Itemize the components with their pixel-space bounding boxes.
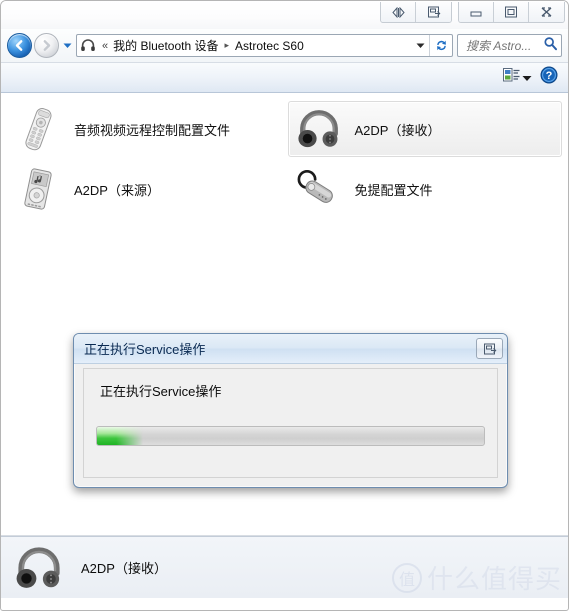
- minimize-button[interactable]: [459, 2, 494, 22]
- dialog-body: 正在执行Service操作: [83, 368, 498, 478]
- progress-bar-fill: [97, 427, 144, 445]
- window-extra-controls-group: [380, 2, 452, 23]
- back-button[interactable]: [7, 33, 32, 58]
- dialog-message: 正在执行Service操作: [100, 384, 222, 399]
- dialog-panel-toggle-button[interactable]: [476, 338, 503, 359]
- mp3-player-icon: [16, 165, 60, 213]
- breadcrumb-overflow-chevron[interactable]: «: [99, 40, 111, 52]
- explorer-window: « 我的 Bluetooth 设备 ▸ Astrotec S60 搜索 Astr…: [0, 0, 569, 611]
- chevron-down-icon[interactable]: [522, 69, 532, 87]
- service-item-av-remote-control[interactable]: 音频视频远程控制配置文件: [7, 101, 282, 157]
- service-item-label: 免提配置文件: [354, 182, 433, 198]
- address-dropdown-button[interactable]: [412, 35, 429, 56]
- dialog-titlebar: 正在执行Service操作: [74, 334, 507, 364]
- panel-toggle-button[interactable]: [416, 2, 451, 22]
- bluetooth-earpiece-icon: [297, 165, 341, 213]
- services-content-area: 音频视频远程控制配置文件 A2DP（接收） A2DP（来源） 免提配置文件 正在…: [1, 93, 568, 536]
- forward-button[interactable]: [34, 33, 59, 58]
- window-controls: [374, 2, 565, 23]
- headphones-icon: [15, 544, 63, 592]
- maximize-button[interactable]: [494, 2, 529, 22]
- breadcrumb-separator-0[interactable]: ▸: [221, 40, 234, 51]
- watermark-text: 什么值得买: [426, 564, 562, 594]
- search-icon: [543, 36, 558, 56]
- navigation-bar: « 我的 Bluetooth 设备 ▸ Astrotec S60: [1, 29, 568, 62]
- command-toolbar: ?: [1, 62, 568, 93]
- service-item-handsfree[interactable]: 免提配置文件: [288, 161, 563, 217]
- search-input[interactable]: [464, 37, 543, 54]
- service-item-label: A2DP（接收）: [354, 122, 441, 138]
- breadcrumb-item-1[interactable]: Astrotec S60: [233, 39, 306, 53]
- window-standard-controls-group: [458, 2, 565, 23]
- refresh-button[interactable]: [429, 35, 452, 56]
- bluetooth-headset-icon: [80, 38, 96, 53]
- help-icon: ?: [540, 66, 558, 89]
- svg-text:?: ?: [546, 70, 553, 82]
- service-item-a2dp-source[interactable]: A2DP（来源）: [7, 161, 282, 217]
- watermark-logo: 值: [391, 562, 422, 593]
- headphones-icon: [297, 105, 341, 153]
- details-label: A2DP（接收）: [81, 561, 167, 576]
- remote-control-icon: [16, 105, 60, 153]
- history-dropdown-button[interactable]: [60, 35, 74, 57]
- service-item-label: 音频视频远程控制配置文件: [74, 122, 231, 138]
- help-button[interactable]: ?: [538, 66, 560, 89]
- close-button[interactable]: [529, 2, 564, 22]
- window-titlebar: [1, 1, 568, 29]
- breadcrumb-item-0[interactable]: 我的 Bluetooth 设备: [111, 37, 220, 54]
- view-options-icon: [503, 67, 520, 88]
- view-options-button[interactable]: [501, 67, 534, 89]
- progress-bar: [96, 426, 485, 446]
- compact-toggle-button[interactable]: [381, 2, 416, 22]
- search-box[interactable]: [457, 34, 562, 57]
- watermark: 值 什么值得买: [391, 559, 562, 596]
- services-grid: 音频视频远程控制配置文件 A2DP（接收） A2DP（来源） 免提配置文件: [7, 101, 562, 217]
- service-item-label: A2DP（来源）: [74, 182, 160, 198]
- dialog-title: 正在执行Service操作: [84, 342, 206, 357]
- details-pane: A2DP（接收） 值 什么值得买: [1, 536, 568, 598]
- service-item-a2dp-sink[interactable]: A2DP（接收）: [287, 101, 562, 157]
- address-bar[interactable]: « 我的 Bluetooth 设备 ▸ Astrotec S60: [76, 34, 453, 57]
- service-operation-dialog: 正在执行Service操作 正在执行Service操作: [73, 333, 508, 488]
